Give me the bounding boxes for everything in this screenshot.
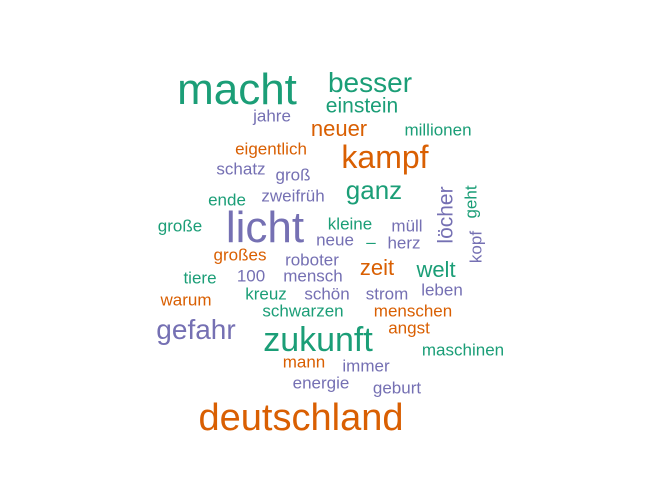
- word-ganz: ganz: [345, 175, 403, 205]
- word-macht: macht: [177, 65, 297, 114]
- word-kampf: kampf: [341, 139, 429, 175]
- word-mann: mann: [282, 352, 326, 372]
- word-muell: müll: [391, 216, 423, 236]
- word-warum: warum: [160, 290, 212, 310]
- word-besser: besser: [327, 67, 413, 98]
- word-mensch: mensch: [283, 266, 343, 286]
- word-geburt: geburt: [372, 378, 422, 398]
- word-deutschland: deutschland: [198, 397, 404, 439]
- word-energie: energie: [292, 373, 350, 393]
- word-angst: angst: [388, 318, 430, 338]
- word-eigentlich: eigentlich: [235, 139, 307, 159]
- word-cloud: deutschland macht licht zukunft kampf gefahr b…: [0, 0, 672, 480]
- word-welt: welt: [416, 257, 456, 282]
- word-dash: –: [366, 232, 376, 252]
- word-strom: strom: [365, 284, 409, 304]
- word-leben: leben: [421, 280, 463, 300]
- word-gefahr: gefahr: [156, 314, 236, 345]
- word-zeit: zeit: [359, 255, 395, 280]
- word-jahre: jahre: [253, 106, 291, 126]
- word-grosse: große: [157, 216, 203, 236]
- word-einstein: einstein: [325, 94, 399, 118]
- word-schoen: schön: [304, 284, 350, 304]
- word-herz: herz: [387, 233, 421, 253]
- word-licht: licht: [225, 203, 305, 252]
- word-tiere: tiere: [183, 268, 217, 288]
- word-grosses: großes: [213, 245, 267, 265]
- word-100: 100: [236, 266, 266, 286]
- word-kreuz: kreuz: [245, 284, 287, 304]
- word-neue: neue: [316, 230, 354, 250]
- word-menschen: menschen: [373, 301, 453, 321]
- word-millionen: millionen: [404, 120, 472, 140]
- word-geht: geht: [461, 185, 481, 219]
- word-kopf: kopf: [466, 230, 486, 264]
- word-ende: ende: [208, 190, 246, 210]
- word-schatz: schatz: [216, 159, 266, 179]
- word-neuer: neuer: [310, 116, 368, 141]
- word-gross: groß: [275, 165, 311, 185]
- word-loecher: löcher: [434, 186, 458, 244]
- word-zweifrueh: zweifrüh: [261, 186, 325, 206]
- word-schwarzen: schwarzen: [262, 301, 344, 321]
- word-immer: immer: [342, 356, 390, 376]
- word-maschinen: maschinen: [421, 340, 505, 360]
